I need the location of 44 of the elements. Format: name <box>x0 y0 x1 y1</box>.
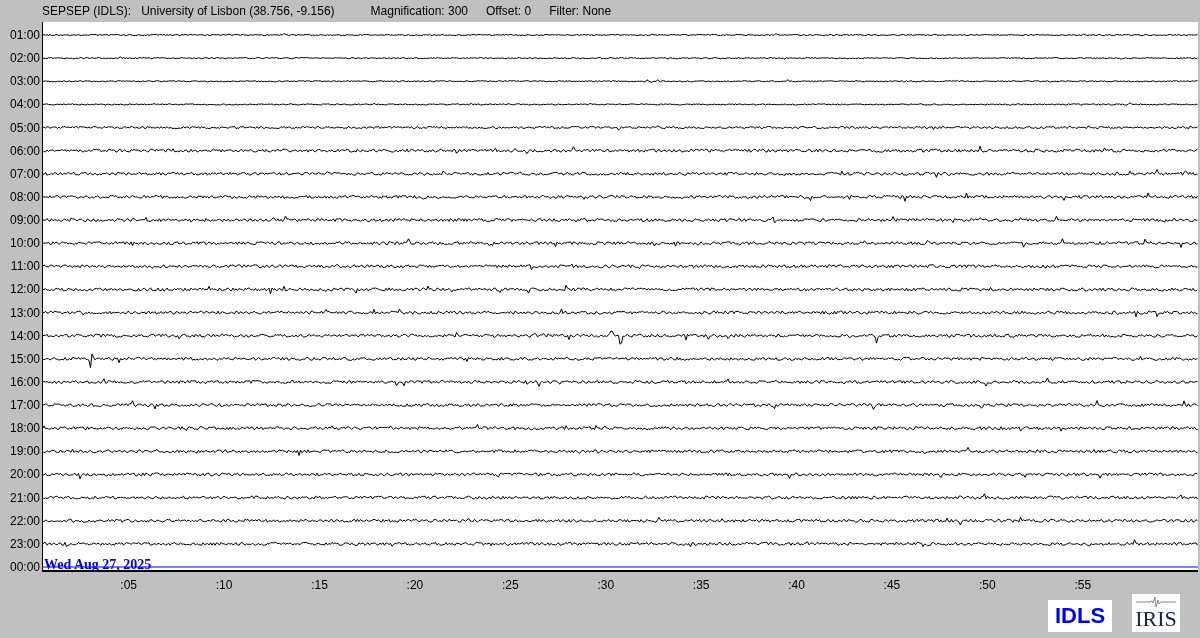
minute-tick-label: :50 <box>979 578 996 592</box>
hour-label: 17:00 <box>9 398 41 413</box>
magnification-label: Magnification: 300 <box>370 4 468 18</box>
hour-label: 00:00 <box>9 559 41 574</box>
hour-label: 03:00 <box>9 74 41 89</box>
minute-tick-label: :55 <box>1074 578 1092 592</box>
minute-tick-label: :10 <box>215 578 233 592</box>
hour-label: 08:00 <box>9 189 41 204</box>
hour-label: 16:00 <box>9 374 41 389</box>
station-label: SEPSEP (IDLS): <box>42 4 132 18</box>
minute-tick-label: :15 <box>311 578 328 592</box>
hour-label: 01:00 <box>9 28 41 43</box>
hour-label: 02:00 <box>9 51 41 66</box>
location-label: University of Lisbon (38.756, -9.156) <box>141 4 335 18</box>
consortium-logo: IRIS <box>1132 594 1180 632</box>
hour-label: 06:00 <box>9 143 41 158</box>
hour-label: 15:00 <box>9 351 41 366</box>
hour-label: 09:00 <box>9 213 41 228</box>
hour-label: 19:00 <box>9 444 41 459</box>
filter-label: Filter: None <box>549 4 612 18</box>
minute-tick-label: :45 <box>883 578 901 592</box>
minute-tick-label: :35 <box>692 578 710 592</box>
hour-label: 23:00 <box>9 536 41 551</box>
hour-label: 21:00 <box>9 490 41 505</box>
minute-tick-label: :40 <box>788 578 805 592</box>
date-label: Wed Aug 27, 2025 <box>44 557 152 573</box>
hour-label: 11:00 <box>10 259 41 274</box>
hour-label: 05:00 <box>9 120 41 135</box>
hour-label: 12:00 <box>9 282 41 297</box>
minute-tick-label: :30 <box>597 578 615 592</box>
hour-label: 04:00 <box>9 97 41 112</box>
offset-label: Offset: 0 <box>486 4 532 18</box>
hour-label: 22:00 <box>9 513 41 528</box>
minute-tick-label: :20 <box>406 578 424 592</box>
hour-label: 20:00 <box>9 467 41 482</box>
minute-tick-label: :05 <box>120 578 138 592</box>
hour-label: 13:00 <box>9 305 41 320</box>
hour-label: 07:00 <box>9 166 41 181</box>
waveform-icon <box>1136 596 1176 608</box>
hour-label: 14:00 <box>9 328 41 343</box>
hour-label: 10:00 <box>9 236 41 251</box>
hour-label: 18:00 <box>9 421 41 436</box>
minute-tick-label: :25 <box>502 578 519 592</box>
network-logo: IDLS <box>1048 600 1112 632</box>
